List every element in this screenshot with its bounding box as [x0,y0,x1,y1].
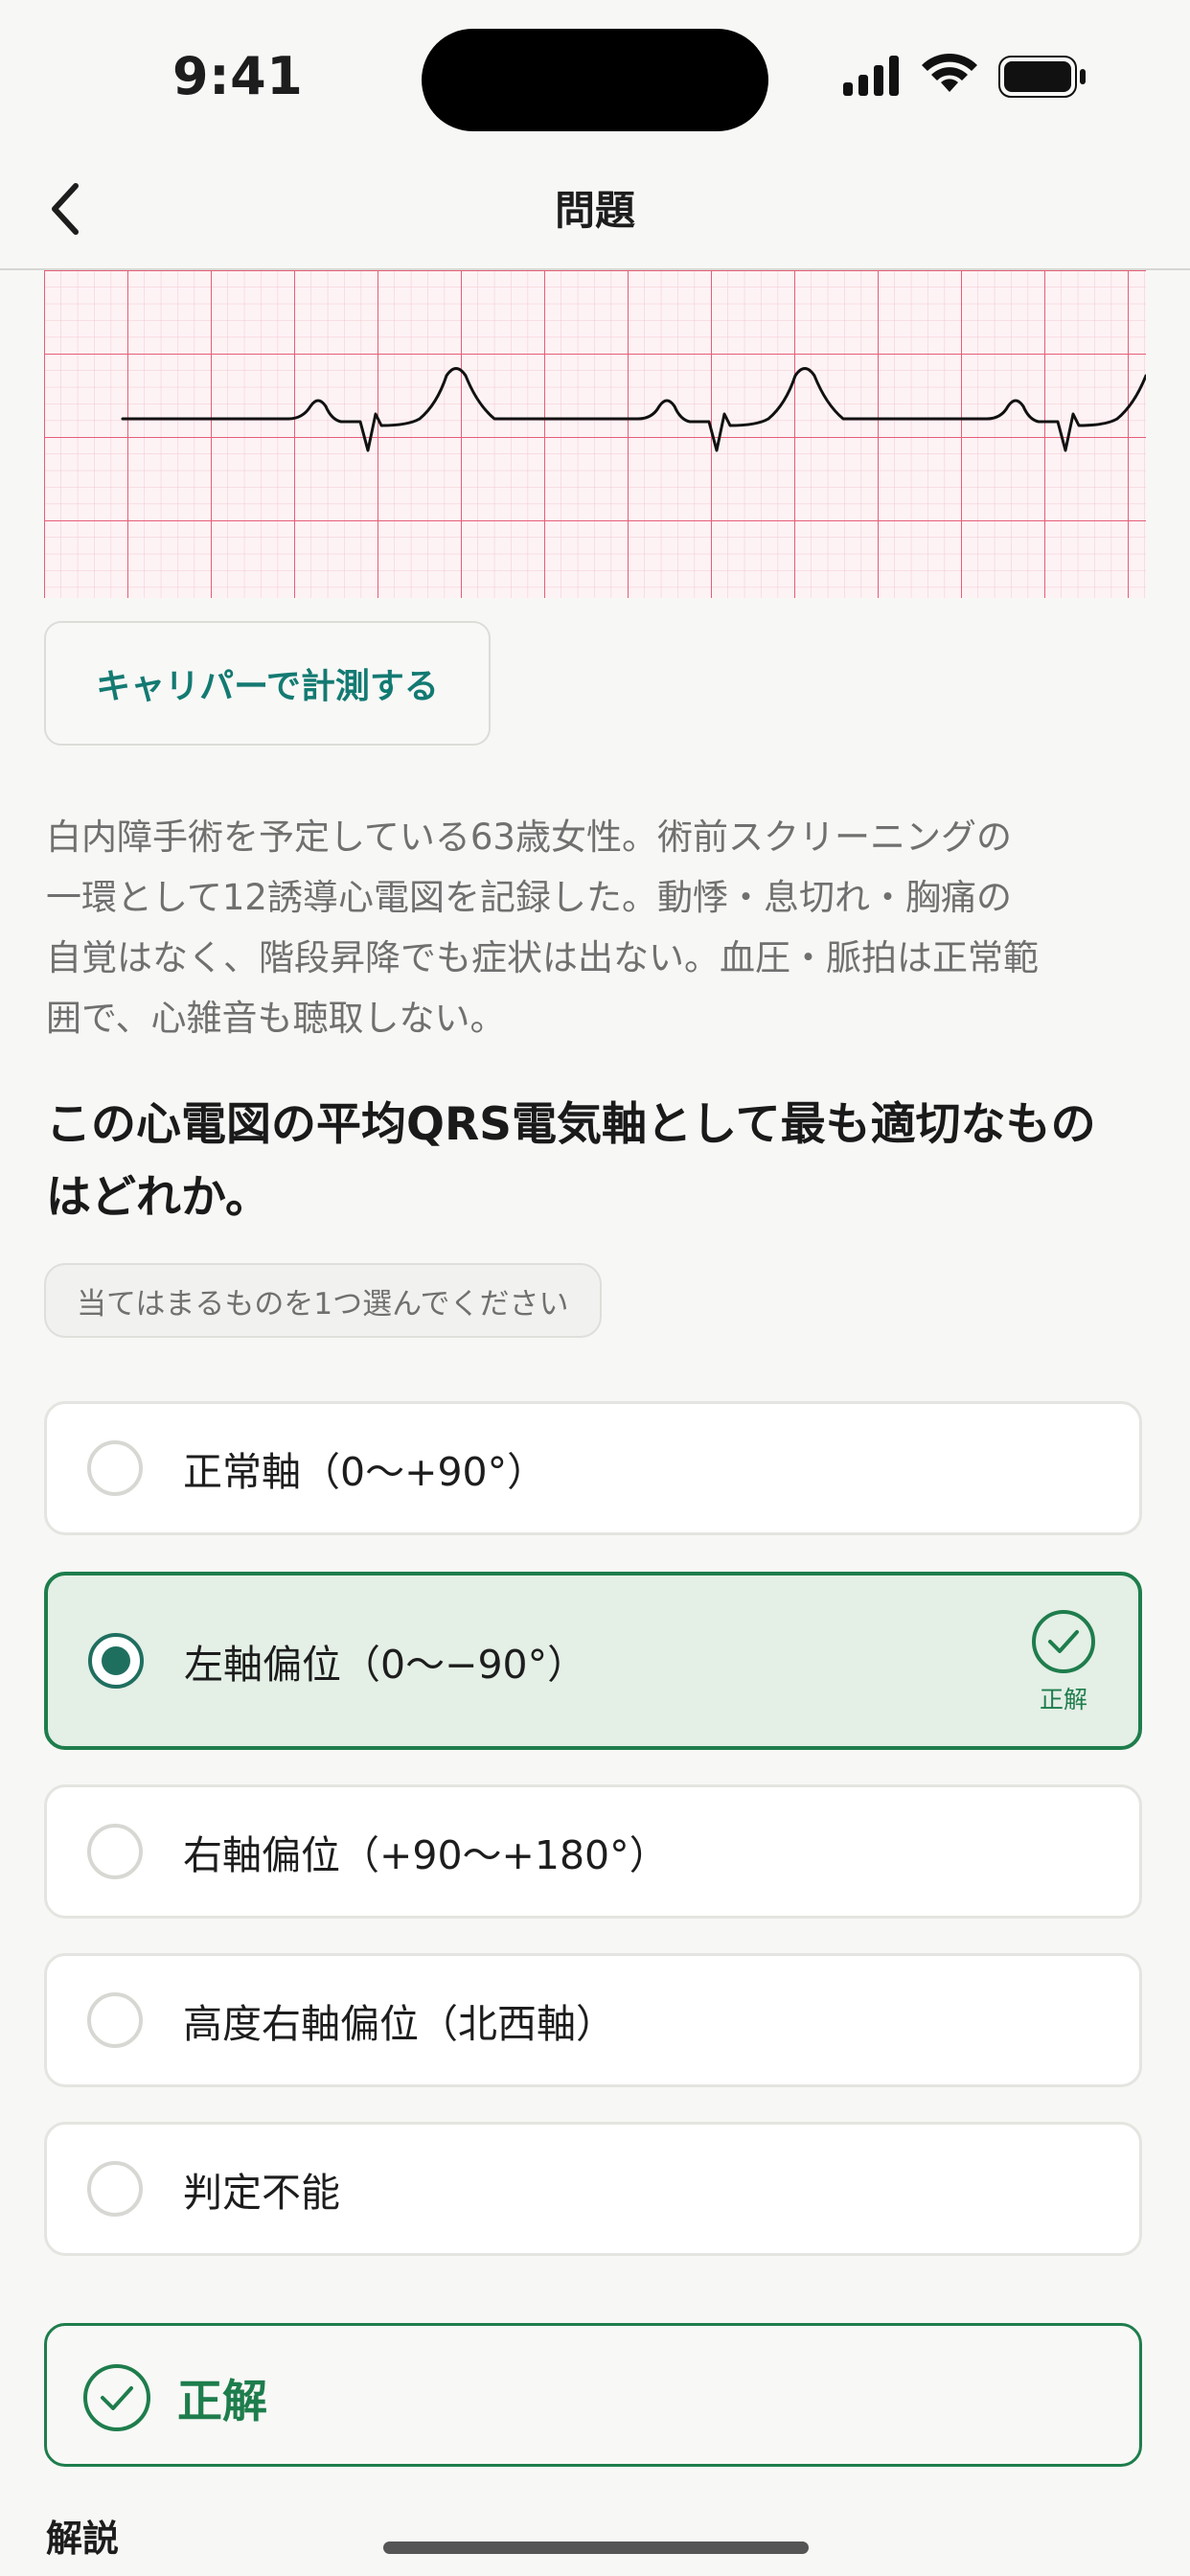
ecg-strip [44,270,1146,598]
question-text: この心電図の平均QRS電気軸として最も適切なもの はどれか。 [46,1089,1148,1234]
radio-button-selected[interactable] [88,1633,144,1689]
option-label: 左軸偏位（0〜−90°） [184,1642,587,1688]
scenario-line-2: 一環として12誘導心電図を記録した。動悸・息切れ・胸痛の [46,877,1012,918]
signal-icon [843,56,899,96]
battery-icon [998,56,1087,98]
option-label: 判定不能 [183,2170,340,2216]
scenario-line-1: 白内障手術を予定している63歳女性。術前スクリーニングの [46,816,1012,858]
correct-indicator: 正解 [1027,1610,1100,1715]
result-banner: 正解 [44,2323,1142,2467]
wifi-icon [922,53,977,96]
option-label: 正常軸（0〜+90°） [183,1449,547,1495]
status-time: 9:41 [172,46,304,106]
option-label: 右軸偏位（+90〜+180°） [183,1832,669,1878]
question-line-2: はどれか。 [46,1171,271,1224]
dynamic-island [422,29,768,131]
check-circle-icon [1032,1610,1095,1673]
answer-hint: 当てはまるものを1つ選んでください [44,1263,602,1338]
option-extreme-right-axis[interactable]: 高度右軸偏位（北西軸） [44,1953,1142,2087]
scenario-line-4: 囲で、心雑音も聴取しない。 [46,998,506,1039]
clinical-scenario: 白内障手術を予定している63歳女性。術前スクリーニングの 一環として12誘導心電… [46,807,1148,1048]
option-left-axis-deviation[interactable]: 左軸偏位（0〜−90°） 正解 [44,1572,1142,1750]
radio-button[interactable] [87,1824,143,1879]
option-label: 高度右軸偏位（北西軸） [183,2001,615,2047]
scenario-line-3: 自覚はなく、階段昇降でも症状は出ない。血圧・脈拍は正常範 [46,937,1039,978]
radio-button[interactable] [87,1992,143,2048]
radio-button[interactable] [87,1440,143,1496]
check-circle-icon [83,2364,150,2431]
radio-button[interactable] [87,2161,143,2217]
result-label: 正解 [177,2376,267,2428]
home-indicator [383,2542,809,2554]
option-indeterminate[interactable]: 判定不能 [44,2122,1142,2256]
explanation-title: 解説 [46,2518,120,2560]
page-title: 問題 [554,187,635,234]
option-normal-axis[interactable]: 正常軸（0〜+90°） [44,1401,1142,1535]
option-right-axis-deviation[interactable]: 右軸偏位（+90〜+180°） [44,1784,1142,1919]
caliper-button[interactable]: キャリパーで計測する [44,621,491,746]
question-line-1: この心電図の平均QRS電気軸として最も適切なもの [46,1098,1096,1151]
correct-label: 正解 [1039,1686,1087,1714]
